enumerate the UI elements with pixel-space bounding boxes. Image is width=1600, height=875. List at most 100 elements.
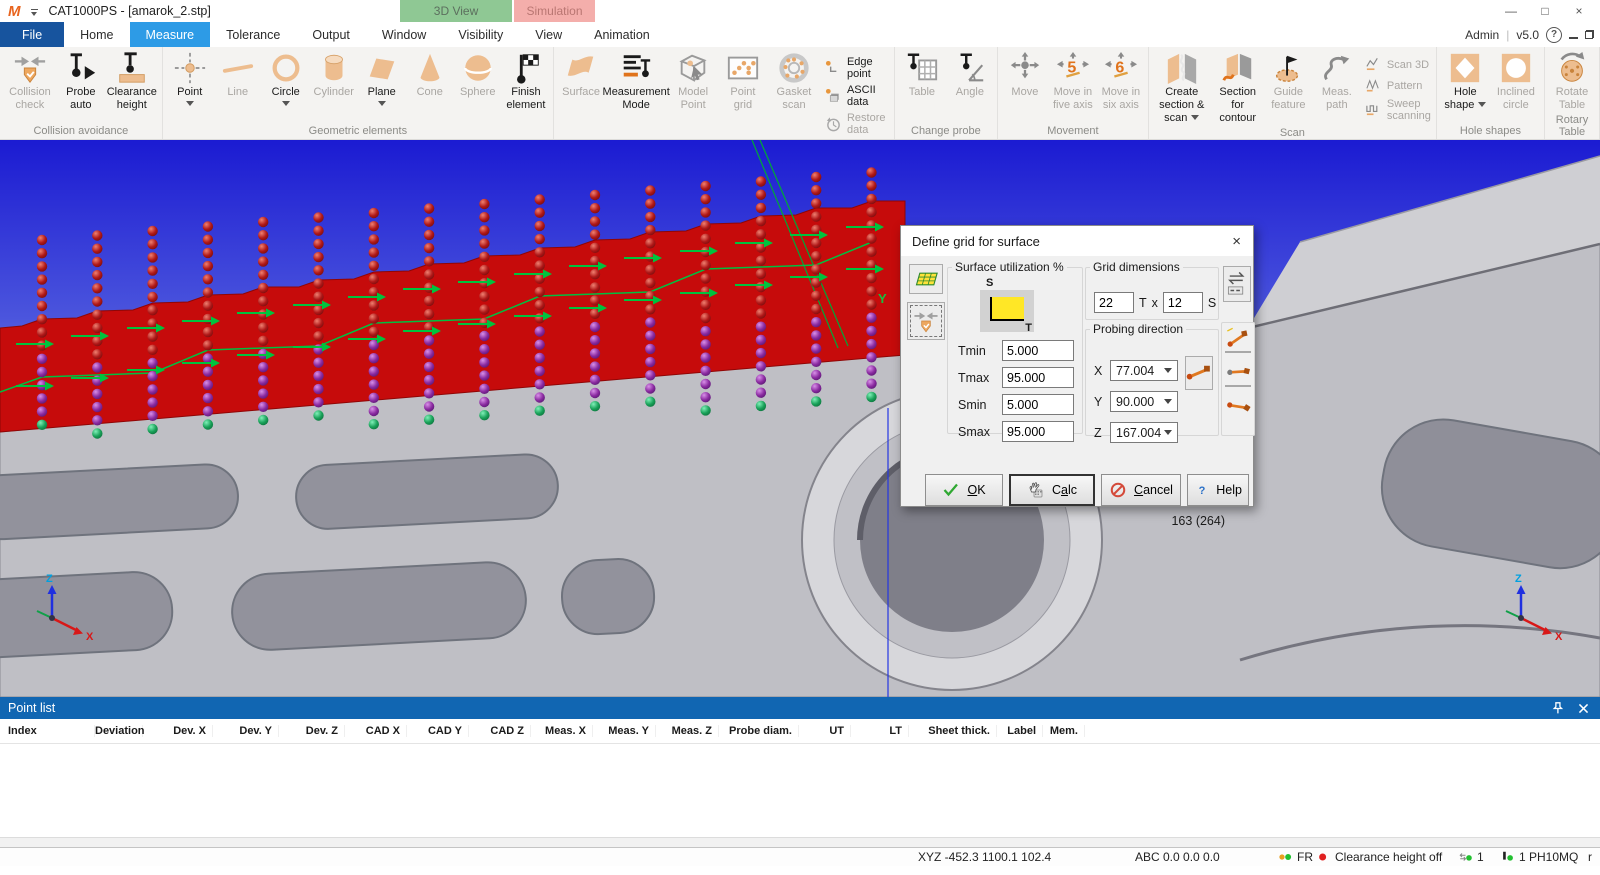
ribbon-item-meas-path[interactable]: Meas. path [1313, 50, 1361, 113]
ribbon-item-pattern[interactable]: Pattern [1365, 77, 1431, 94]
help-icon[interactable]: ? [1546, 27, 1562, 43]
column-header-meas-y[interactable]: Meas. Y [593, 725, 656, 737]
smax-input[interactable] [1002, 421, 1074, 442]
ribbon-item-rotate-table[interactable]: Rotate Table [1548, 50, 1596, 113]
column-header-label[interactable]: Label [997, 725, 1043, 737]
ribbon-item-ascii-data[interactable]: ASCII data [825, 84, 889, 108]
column-header-meas-x[interactable]: Meas. X [531, 725, 593, 737]
ribbon-item-finish-element[interactable]: Finish element [502, 50, 550, 113]
column-header-mem[interactable]: Mem. [1043, 725, 1085, 737]
swap-st-button[interactable] [1223, 266, 1251, 302]
probing-z-select[interactable]: 167.004 [1110, 422, 1178, 443]
menu-tab-animation[interactable]: Animation [578, 22, 666, 47]
ribbon-item-guide-feature[interactable]: Guide feature [1264, 50, 1313, 113]
column-header-cad-x[interactable]: CAD X [345, 725, 407, 737]
ribbon-item-model-point[interactable]: Model Point [667, 50, 719, 113]
ribbon-item-plane[interactable]: Plane [358, 50, 406, 107]
ribbon-item-angle[interactable]: Angle [946, 50, 994, 100]
dialog-titlebar[interactable]: Define grid for surface × [901, 226, 1253, 256]
probe-orientation-option-1[interactable] [1225, 327, 1251, 353]
ribbon-item-line[interactable]: Line [214, 50, 262, 100]
column-header-dev-x[interactable]: Dev. X [143, 725, 213, 737]
probing-x-select[interactable]: 77.004 [1110, 360, 1178, 381]
probe-orientation-option-2[interactable] [1225, 361, 1251, 387]
ribbon-item-point[interactable]: Point [166, 50, 214, 107]
close-button[interactable]: × [1562, 4, 1596, 18]
column-header-cad-z[interactable]: CAD Z [469, 725, 531, 737]
status-item-1-ph10mq[interactable]: 1 PH10MQ [1500, 850, 1578, 864]
view-toggle-3d-view[interactable]: 3D View [400, 0, 512, 22]
status-item-clearance-height-off[interactable]: Clearance height off [1316, 850, 1442, 864]
smin-input[interactable] [1002, 394, 1074, 415]
tmax-input[interactable] [1002, 367, 1074, 388]
ribbon-item-move-in-six-axis[interactable]: 6Move in six axis [1097, 50, 1145, 113]
column-header-dev-y[interactable]: Dev. Y [213, 725, 279, 737]
status-item-1[interactable]: 1 [1458, 850, 1484, 864]
ribbon-item-point-grid[interactable]: Point grid [719, 50, 767, 113]
ribbon-item-sweep-scanning[interactable]: Sweep scanning [1365, 98, 1431, 122]
column-header-dev-z[interactable]: Dev. Z [279, 725, 345, 737]
ribbon-item-gasket-scan[interactable]: Gasket scan [767, 50, 821, 113]
ribbon-item-scan-3d[interactable]: Scan 3D [1365, 56, 1431, 73]
status-item-r[interactable]: r [1588, 850, 1592, 864]
tmin-input[interactable] [1002, 340, 1074, 361]
point-list-close-icon[interactable] [1577, 702, 1590, 715]
horizontal-scrollbar[interactable] [0, 837, 1600, 848]
probe-orientation-option-3[interactable] [1225, 395, 1251, 421]
ribbon-item-probe-auto[interactable]: Probe auto [57, 50, 105, 113]
ribbon-item-measurement-mode[interactable]: Measurement Mode [605, 50, 667, 113]
menu-tab-visibility[interactable]: Visibility [442, 22, 519, 47]
column-header-ut[interactable]: UT [799, 725, 851, 737]
maximize-button[interactable]: □ [1528, 4, 1562, 18]
minimize-button[interactable]: — [1494, 4, 1528, 18]
status-item-fr[interactable]: FR [1278, 850, 1313, 864]
column-header-probe-diam[interactable]: Probe diam. [719, 725, 799, 737]
column-header-deviation[interactable]: Deviation [95, 725, 143, 737]
ribbon-item-collision-check[interactable]: Collision check [3, 50, 57, 113]
probing-y-select[interactable]: 90.000 [1110, 391, 1178, 412]
help-button[interactable]: ?Help [1187, 474, 1249, 506]
grid-s-input[interactable] [1163, 292, 1203, 313]
column-header-cad-y[interactable]: CAD Y [407, 725, 469, 737]
pin-icon[interactable] [1551, 702, 1564, 715]
menu-tab-window[interactable]: Window [366, 22, 442, 47]
ribbon-item-clearance-height[interactable]: Clearance height [105, 50, 159, 113]
ribbon-item-restore-data[interactable]: Restore data [825, 112, 889, 136]
ribbon-item-inclined-circle[interactable]: Inclined circle [1491, 50, 1541, 113]
column-header-lt[interactable]: LT [851, 725, 909, 737]
column-header-meas-z[interactable]: Meas. Z [656, 725, 719, 737]
grid-t-input[interactable] [1094, 292, 1134, 313]
menu-tab-home[interactable]: Home [64, 22, 129, 47]
ribbon-item-sphere[interactable]: Sphere [454, 50, 502, 100]
dialog-close-icon[interactable]: × [1232, 233, 1241, 250]
column-header-sheet-thick[interactable]: Sheet thick. [909, 725, 997, 737]
ribbon-item-move-in-five-axis[interactable]: 5Move in five axis [1049, 50, 1097, 113]
ribbon-item-circle[interactable]: Circle [262, 50, 310, 107]
grid-surface-tool-button[interactable] [909, 264, 943, 294]
menu-tab-measure[interactable]: Measure [130, 22, 211, 47]
ribbon-item-hole-shape[interactable]: Hole shape [1440, 50, 1491, 113]
mdi-minimize-icon[interactable] [1569, 37, 1578, 39]
ribbon-item-cone[interactable]: Cone [406, 50, 454, 100]
ribbon-item-surface[interactable]: Surface [557, 50, 605, 100]
menu-tab-output[interactable]: Output [296, 22, 366, 47]
ribbon-item-cylinder[interactable]: Cylinder [310, 50, 358, 100]
cancel-button[interactable]: Cancel [1101, 474, 1181, 506]
view-toggle-simulation[interactable]: Simulation [514, 0, 595, 22]
ribbon-item-move[interactable]: Move [1001, 50, 1049, 100]
ribbon-item-table[interactable]: Table [898, 50, 946, 100]
collision-avoidance-toggle-button[interactable] [907, 302, 945, 340]
column-header-index[interactable]: Index [0, 725, 95, 737]
ribbon-item-create-section-scan[interactable]: Create section & scan [1152, 50, 1212, 126]
3d-viewport[interactable]: Y Z X Z X [0, 140, 1600, 697]
ribbon-item-edge-point[interactable]: Edge point [825, 56, 889, 80]
menu-tab-file[interactable]: File [0, 22, 64, 47]
probe-direction-pick-button[interactable] [1185, 356, 1213, 390]
menu-tab-view[interactable]: View [519, 22, 578, 47]
ribbon-item-section-for-contour[interactable]: Section for contour [1212, 50, 1264, 126]
ok-button[interactable]: OK [925, 474, 1003, 506]
quick-access-chevron-icon[interactable] [31, 9, 39, 16]
menu-tab-tolerance[interactable]: Tolerance [210, 22, 296, 47]
mdi-restore-icon[interactable] [1585, 30, 1594, 39]
calc-button[interactable]: Calc [1009, 474, 1095, 506]
